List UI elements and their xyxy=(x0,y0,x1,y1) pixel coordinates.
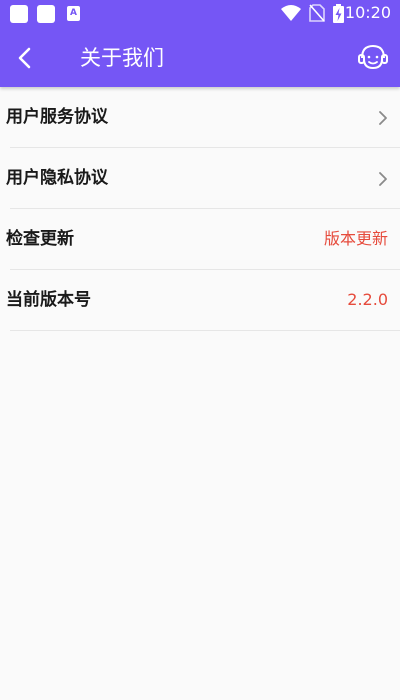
user-service-agreement-row[interactable]: 用户服务协议 xyxy=(6,87,400,148)
page-title: 关于我们 xyxy=(80,46,164,70)
row-label: 当前版本号 xyxy=(6,290,91,310)
battery-charging-icon xyxy=(333,4,344,23)
no-sim-icon xyxy=(309,4,325,22)
row-label: 用户隐私协议 xyxy=(6,168,108,188)
version-update-link[interactable]: 版本更新 xyxy=(324,209,388,269)
version-number: 2.2.0 xyxy=(347,290,388,309)
customer-service-icon[interactable] xyxy=(356,40,390,74)
settings-list: 用户服务协议 用户隐私协议 检查更新 版本更新 当前版本号 2.2.0 xyxy=(0,87,400,331)
text-a-icon: A xyxy=(67,6,80,21)
app-header: A 10:20 关于我们 xyxy=(0,0,400,87)
row-label: 检查更新 xyxy=(6,229,74,249)
back-arrow-icon[interactable] xyxy=(12,43,40,73)
toolbar: 关于我们 xyxy=(0,28,400,87)
status-bar: A 10:20 xyxy=(0,0,400,28)
chevron-right-icon xyxy=(379,172,387,186)
chevron-right-icon xyxy=(379,111,387,125)
check-update-row[interactable]: 检查更新 版本更新 xyxy=(6,209,400,270)
user-privacy-agreement-row[interactable]: 用户隐私协议 xyxy=(6,148,400,209)
current-version-row: 当前版本号 2.2.0 xyxy=(6,270,400,331)
status-time: 10:20 xyxy=(344,3,391,22)
wifi-icon xyxy=(281,5,301,21)
app-icon xyxy=(37,5,55,23)
app-icon xyxy=(10,5,28,23)
row-label: 用户服务协议 xyxy=(6,107,108,127)
